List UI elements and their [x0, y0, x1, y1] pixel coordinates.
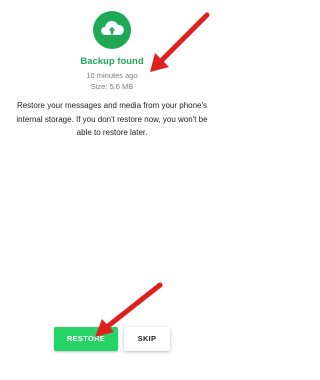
backup-size: Size: 5.6 MB — [90, 82, 134, 91]
cloud-upload-icon — [93, 11, 131, 49]
skip-button[interactable]: SKIP — [124, 327, 170, 351]
restore-button[interactable]: RESTORE — [54, 327, 118, 351]
restore-message: Restore your messages and media from you… — [16, 101, 208, 137]
backup-time: 10 minutes ago — [86, 71, 138, 80]
backup-found-title: Backup found — [80, 56, 144, 67]
